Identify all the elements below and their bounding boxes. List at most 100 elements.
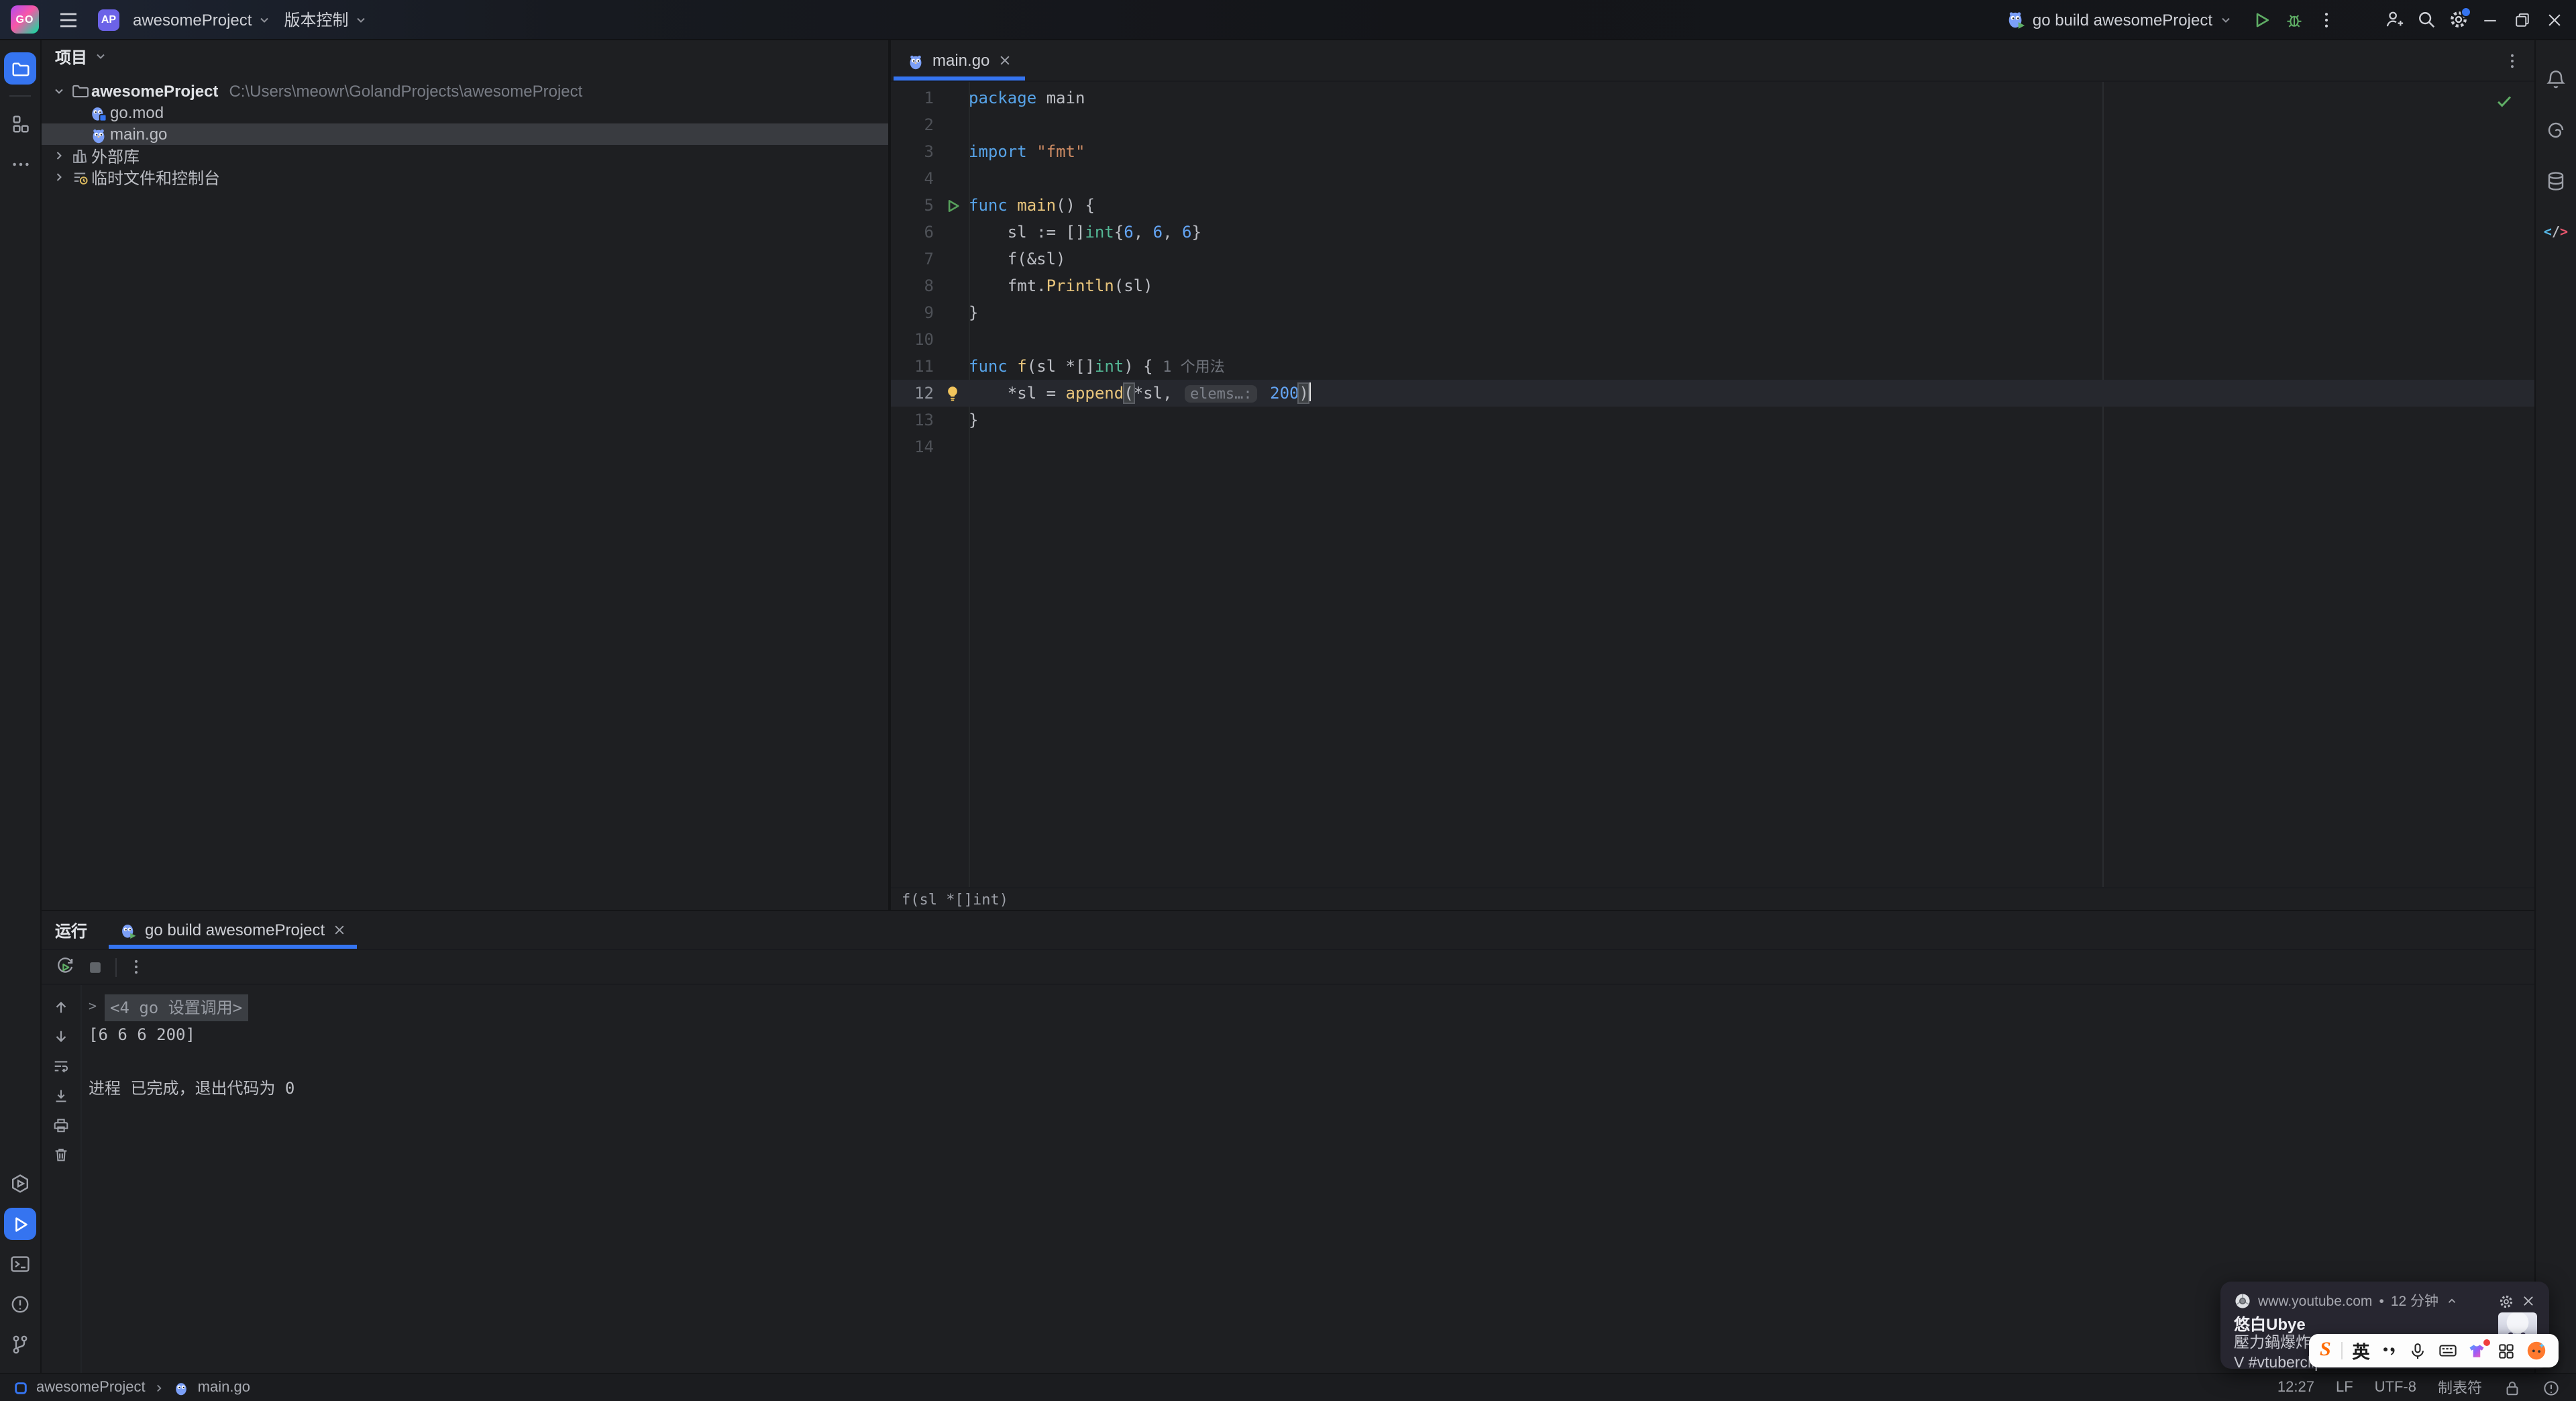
stop-button[interactable] [86,957,105,976]
code-with-me-button[interactable] [2377,3,2410,36]
breadcrumb-file[interactable]: main.go [198,1380,250,1396]
search-everywhere-button[interactable] [2410,3,2442,36]
notification-close-button[interactable] [2521,1294,2536,1308]
chevron-right-icon[interactable] [50,170,68,184]
toolbox-grid-icon[interactable] [2496,1341,2515,1360]
code-line-12[interactable]: 12 *sl = append(*sl, elems…: 200) [891,380,2534,407]
line-number: 2 [924,115,934,134]
code-line-6[interactable]: 6 sl := []int{6, 6, 6} [891,219,2534,246]
caret-position-widget[interactable]: 12:27 [2277,1380,2314,1396]
code-line-11[interactable]: 11 func f(sl *[]int) { 1 个用法 [891,353,2534,380]
git-branch-icon [13,1335,28,1354]
encoding-widget[interactable]: UTF-8 [2375,1380,2416,1396]
tree-item[interactable]: 临时文件和控制台 [42,166,888,188]
soft-wrap-icon[interactable] [50,1055,72,1076]
structure-tool-button[interactable] [4,107,36,140]
tree-item[interactable]: go.mod [42,102,888,123]
punctuation-icon[interactable] [2379,1341,2398,1360]
sogou-logo-icon[interactable]: S [2320,1339,2331,1362]
code-line-4[interactable]: 4 [891,165,2534,192]
project-panel-header[interactable]: 项目 [42,40,888,72]
line-number: 6 [924,223,934,242]
chevron-right-icon[interactable] [50,149,68,162]
language-mode-icon[interactable]: 英 [2353,1338,2370,1363]
minimize-button[interactable] [2474,3,2506,36]
keyboard-icon[interactable] [2437,1341,2457,1361]
code-text: sl := []int{6, 6, 6} [969,223,1201,242]
inspections-widget-icon[interactable] [2542,1379,2560,1396]
tree-item[interactable]: 外部库 [42,145,888,166]
problems-tool-button[interactable] [4,1288,36,1320]
fold-arrow-icon[interactable]: > [89,994,105,1021]
code-line-2[interactable]: 2 [891,111,2534,138]
skin-icon[interactable] [2467,1339,2491,1360]
close-button[interactable] [2538,3,2571,36]
code-editor[interactable]: 1 package main 2 3 import "fmt" 4 5 func main()… [891,82,2534,887]
ai-assistant-button[interactable] [2540,114,2572,146]
tree-item-label: main.go [110,125,168,144]
breadcrumb-project[interactable]: awesomeProject [36,1380,146,1396]
clear-all-icon[interactable] [50,1143,72,1165]
run-button[interactable] [2246,3,2278,36]
code-line-8[interactable]: 8 fmt.Println(sl) [891,272,2534,299]
ai-swirl-icon [2548,122,2564,138]
editor-tab-main-go[interactable]: main.go [894,40,1024,81]
run-config-selector[interactable]: go build awesomeProject [2006,9,2233,30]
code-line-14[interactable]: 14 [891,433,2534,460]
line-separator-widget[interactable]: LF [2336,1380,2353,1396]
tree-item[interactable]: awesomeProject C:\Users\meowr\GolandProje… [42,81,888,102]
line-number: 11 [914,357,934,376]
ime-toolbar[interactable]: S 英 [2309,1334,2559,1367]
terminal-tool-button[interactable] [4,1248,36,1280]
code-line-10[interactable]: 10 [891,326,2534,353]
rerun-button[interactable] [55,957,75,977]
main-menu-button[interactable] [52,3,85,36]
endpoints-button[interactable]: </> [2540,216,2572,248]
code-line-1[interactable]: 1 package main [891,85,2534,111]
kebab-menu-icon [2324,12,2328,27]
intention-bulb-icon[interactable] [936,384,969,402]
run-gutter-icon[interactable] [936,198,969,213]
collapse-chevron-icon[interactable] [2445,1295,2457,1307]
console-options-button[interactable] [127,958,145,976]
code-line-13[interactable]: 13} [891,407,2534,433]
microphone-icon[interactable] [2408,1341,2427,1360]
notifications-button[interactable] [2540,63,2572,95]
inspection-ok-checkmark[interactable] [2496,93,2513,110]
up-stacktrace-icon[interactable] [50,996,72,1017]
notification-settings-button[interactable] [2498,1293,2514,1309]
gear-icon [2450,11,2466,28]
code-line-7[interactable]: 7 f(&sl) [891,246,2534,272]
console-line: [6 6 6 200] [89,1025,195,1044]
scroll-to-end-icon[interactable] [50,1084,72,1106]
run-tool-button[interactable] [4,1208,36,1240]
code-tags-icon: </> [2543,225,2569,240]
down-stacktrace-icon[interactable] [50,1025,72,1047]
project-tool-button[interactable] [4,52,36,85]
chevron-down-icon[interactable] [50,85,68,98]
run-tab-go-build[interactable]: go build awesomeProject [109,911,358,949]
lock-icon[interactable] [2504,1379,2521,1396]
folded-console-text[interactable]: <4 go 设置调用> [105,994,248,1021]
services-tool-button[interactable] [4,1168,36,1200]
more-tool-windows-button[interactable] [4,148,36,180]
tab-options-button[interactable] [2490,40,2534,81]
close-icon [2548,13,2561,25]
code-line-5[interactable]: 5 func main() { [891,192,2534,219]
git-tool-button[interactable] [4,1329,36,1361]
tree-item[interactable]: main.go [42,123,888,145]
run-console-output[interactable]: > <4 go 设置调用> [6 6 6 200] 进程 已完成，退出代码为 0 [82,985,2534,1373]
settings-button[interactable] [2442,3,2474,36]
print-icon[interactable] [50,1114,72,1135]
indent-widget[interactable]: 制表符 [2438,1377,2482,1398]
database-button[interactable] [2540,165,2572,197]
vcs-widget[interactable]: 版本控制 [284,8,367,31]
code-line-3[interactable]: 3 import "fmt" [891,138,2534,165]
project-widget[interactable]: awesomeProject [133,10,270,29]
debug-button[interactable] [2278,3,2310,36]
maximize-button[interactable] [2506,3,2538,36]
code-line-9[interactable]: 9} [891,299,2534,326]
chevron-down-icon [97,54,105,59]
more-actions-button[interactable] [2310,3,2343,36]
ai-sticker-icon[interactable] [2525,1339,2548,1362]
